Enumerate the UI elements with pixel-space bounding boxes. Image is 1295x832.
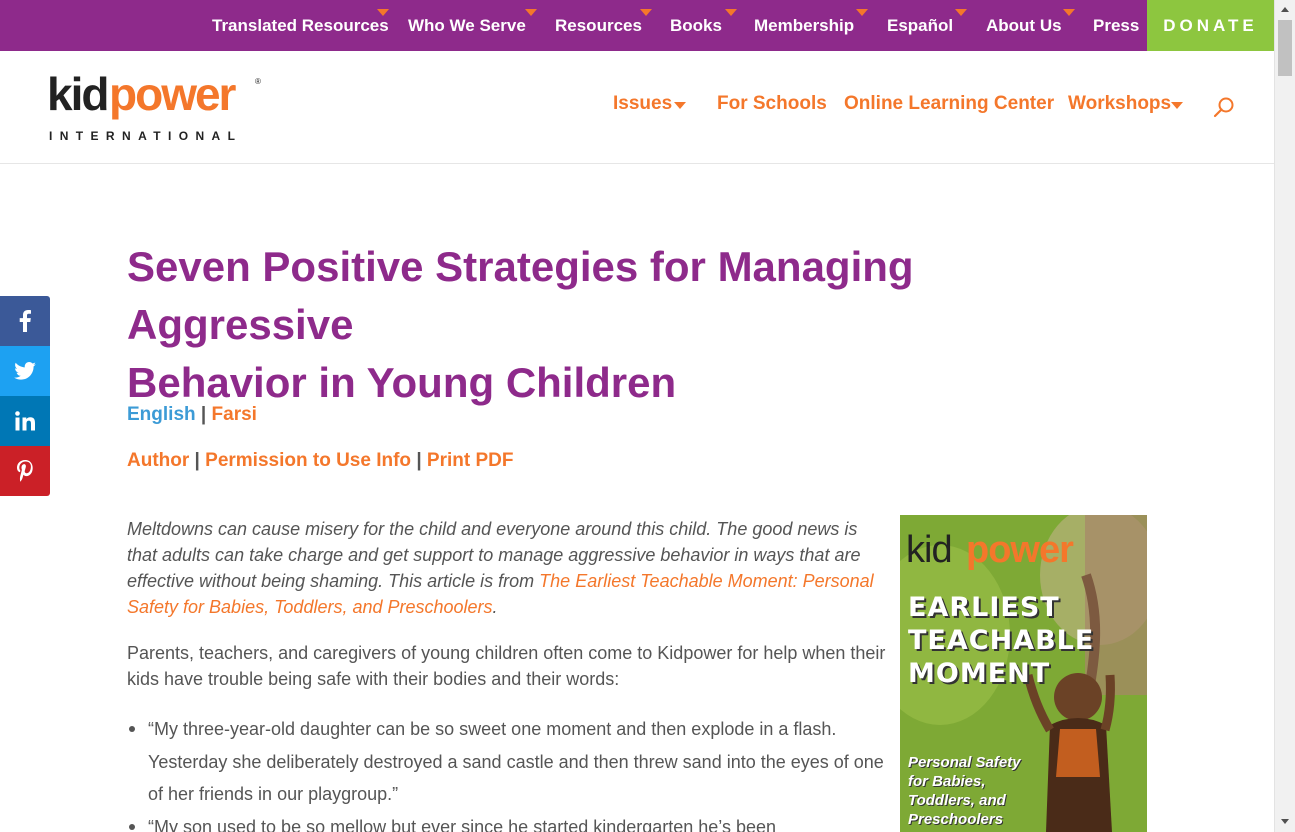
topnav-espanol[interactable]: Español [887,0,953,51]
list-item-text: “My son used to be so mellow but ever si… [148,816,777,832]
site-header: kid power ® INTERNATIONAL Issues For Sch… [0,51,1274,164]
topnav-membership[interactable]: Membership [754,0,854,51]
facebook-icon [19,310,31,332]
logo-word-power: power [109,68,236,120]
linkedin-icon [15,411,35,431]
kidpower-logo[interactable]: kid power ® INTERNATIONAL [47,68,267,145]
book-subtitle-line: Toddlers, and [908,792,1006,809]
logo-tagline: INTERNATIONAL [49,129,243,143]
separator: | [194,450,200,471]
book-title-line: TEACHABLE [908,625,1095,656]
mainnav-workshops[interactable]: Workshops [1068,93,1171,115]
author-link[interactable]: Author [127,450,189,471]
chevron-down-icon[interactable] [856,9,868,16]
pinterest-icon [17,460,33,482]
page-scrollbar[interactable] [1274,0,1295,832]
separator: | [416,450,422,471]
chevron-down-icon[interactable] [525,9,537,16]
book-title-line: MOMENT [908,658,1051,689]
list-item: “My three-year-old daughter can be so sw… [127,713,887,811]
book-cover-image[interactable]: kid power EARLIEST TEACHABLE MOMENT Pers… [900,515,1147,832]
twitter-share-button[interactable] [0,346,50,396]
chevron-down-icon[interactable] [725,9,737,16]
topnav-books[interactable]: Books [670,0,722,51]
bullet-icon [129,823,135,830]
mainnav-issues[interactable]: Issues [613,93,672,115]
top-nav-bar: Translated Resources Who We Serve Resour… [0,0,1274,51]
list-item-text: “My three-year-old daughter can be so sw… [148,719,884,804]
article-title-line1: Seven Positive Strategies for Managing A… [127,243,914,348]
twitter-icon [14,362,36,380]
chevron-down-icon[interactable] [955,9,967,16]
logo-word-kid: kid [47,68,109,120]
language-link-farsi[interactable]: Farsi [212,404,257,425]
topnav-about-us[interactable]: About Us [986,0,1062,51]
mainnav-for-schools[interactable]: For Schools [717,93,827,115]
facebook-share-button[interactable] [0,296,50,346]
logo-registered-mark: ® [255,77,261,86]
pinterest-share-button[interactable] [0,446,50,496]
article-intro: Meltdowns can cause misery for the child… [127,516,887,620]
article-title: Seven Positive Strategies for Managing A… [127,238,1127,412]
chevron-down-icon[interactable] [1063,9,1075,16]
topnav-press[interactable]: Press [1093,0,1139,51]
permission-link[interactable]: Permission to Use Info [205,450,411,471]
book-subtitle: Personal Safety for Babies, Toddlers, an… [908,753,1021,829]
book-subtitle-line: for Babies, [908,773,986,790]
topnav-who-we-serve[interactable]: Who We Serve [408,0,526,51]
book-brand-power: power [966,529,1074,571]
bullet-icon [129,726,135,732]
topnav-resources[interactable]: Resources [555,0,642,51]
mainnav-online-learning-center[interactable]: Online Learning Center [844,93,1054,115]
article-meta-links: Author | Permission to Use Info | Print … [127,450,513,472]
scrollbar-thumb[interactable] [1278,20,1292,76]
topnav-translated-resources[interactable]: Translated Resources [212,0,389,51]
chevron-down-icon[interactable] [377,9,389,16]
language-links: English | Farsi [127,404,257,426]
scroll-up-arrow-icon[interactable] [1281,7,1289,12]
book-subtitle-line: Preschoolers [908,811,1004,828]
search-icon[interactable] [1212,96,1236,120]
article-paragraph: Parents, teachers, and caregivers of you… [127,643,886,689]
print-pdf-link[interactable]: Print PDF [427,450,514,471]
language-link-english[interactable]: English [127,404,196,425]
book-brand-kid: kid [906,529,953,571]
article-title-line2: Behavior in Young Children [127,359,677,406]
chevron-down-icon[interactable] [640,9,652,16]
quote-list: “My three-year-old daughter can be so sw… [127,713,887,832]
book-subtitle-line: Personal Safety [908,754,1021,771]
chevron-down-icon[interactable] [674,102,686,109]
list-item: “My son used to be so mellow but ever si… [127,811,887,832]
donate-button[interactable]: DONATE [1147,0,1274,51]
separator: | [200,404,207,425]
book-title: EARLIEST TEACHABLE MOMENT [908,591,1094,690]
scroll-down-arrow-icon[interactable] [1281,819,1289,824]
intro-end: . [492,597,498,617]
book-title-line: EARLIEST [908,592,1060,623]
linkedin-share-button[interactable] [0,396,50,446]
chevron-down-icon[interactable] [1171,102,1183,109]
